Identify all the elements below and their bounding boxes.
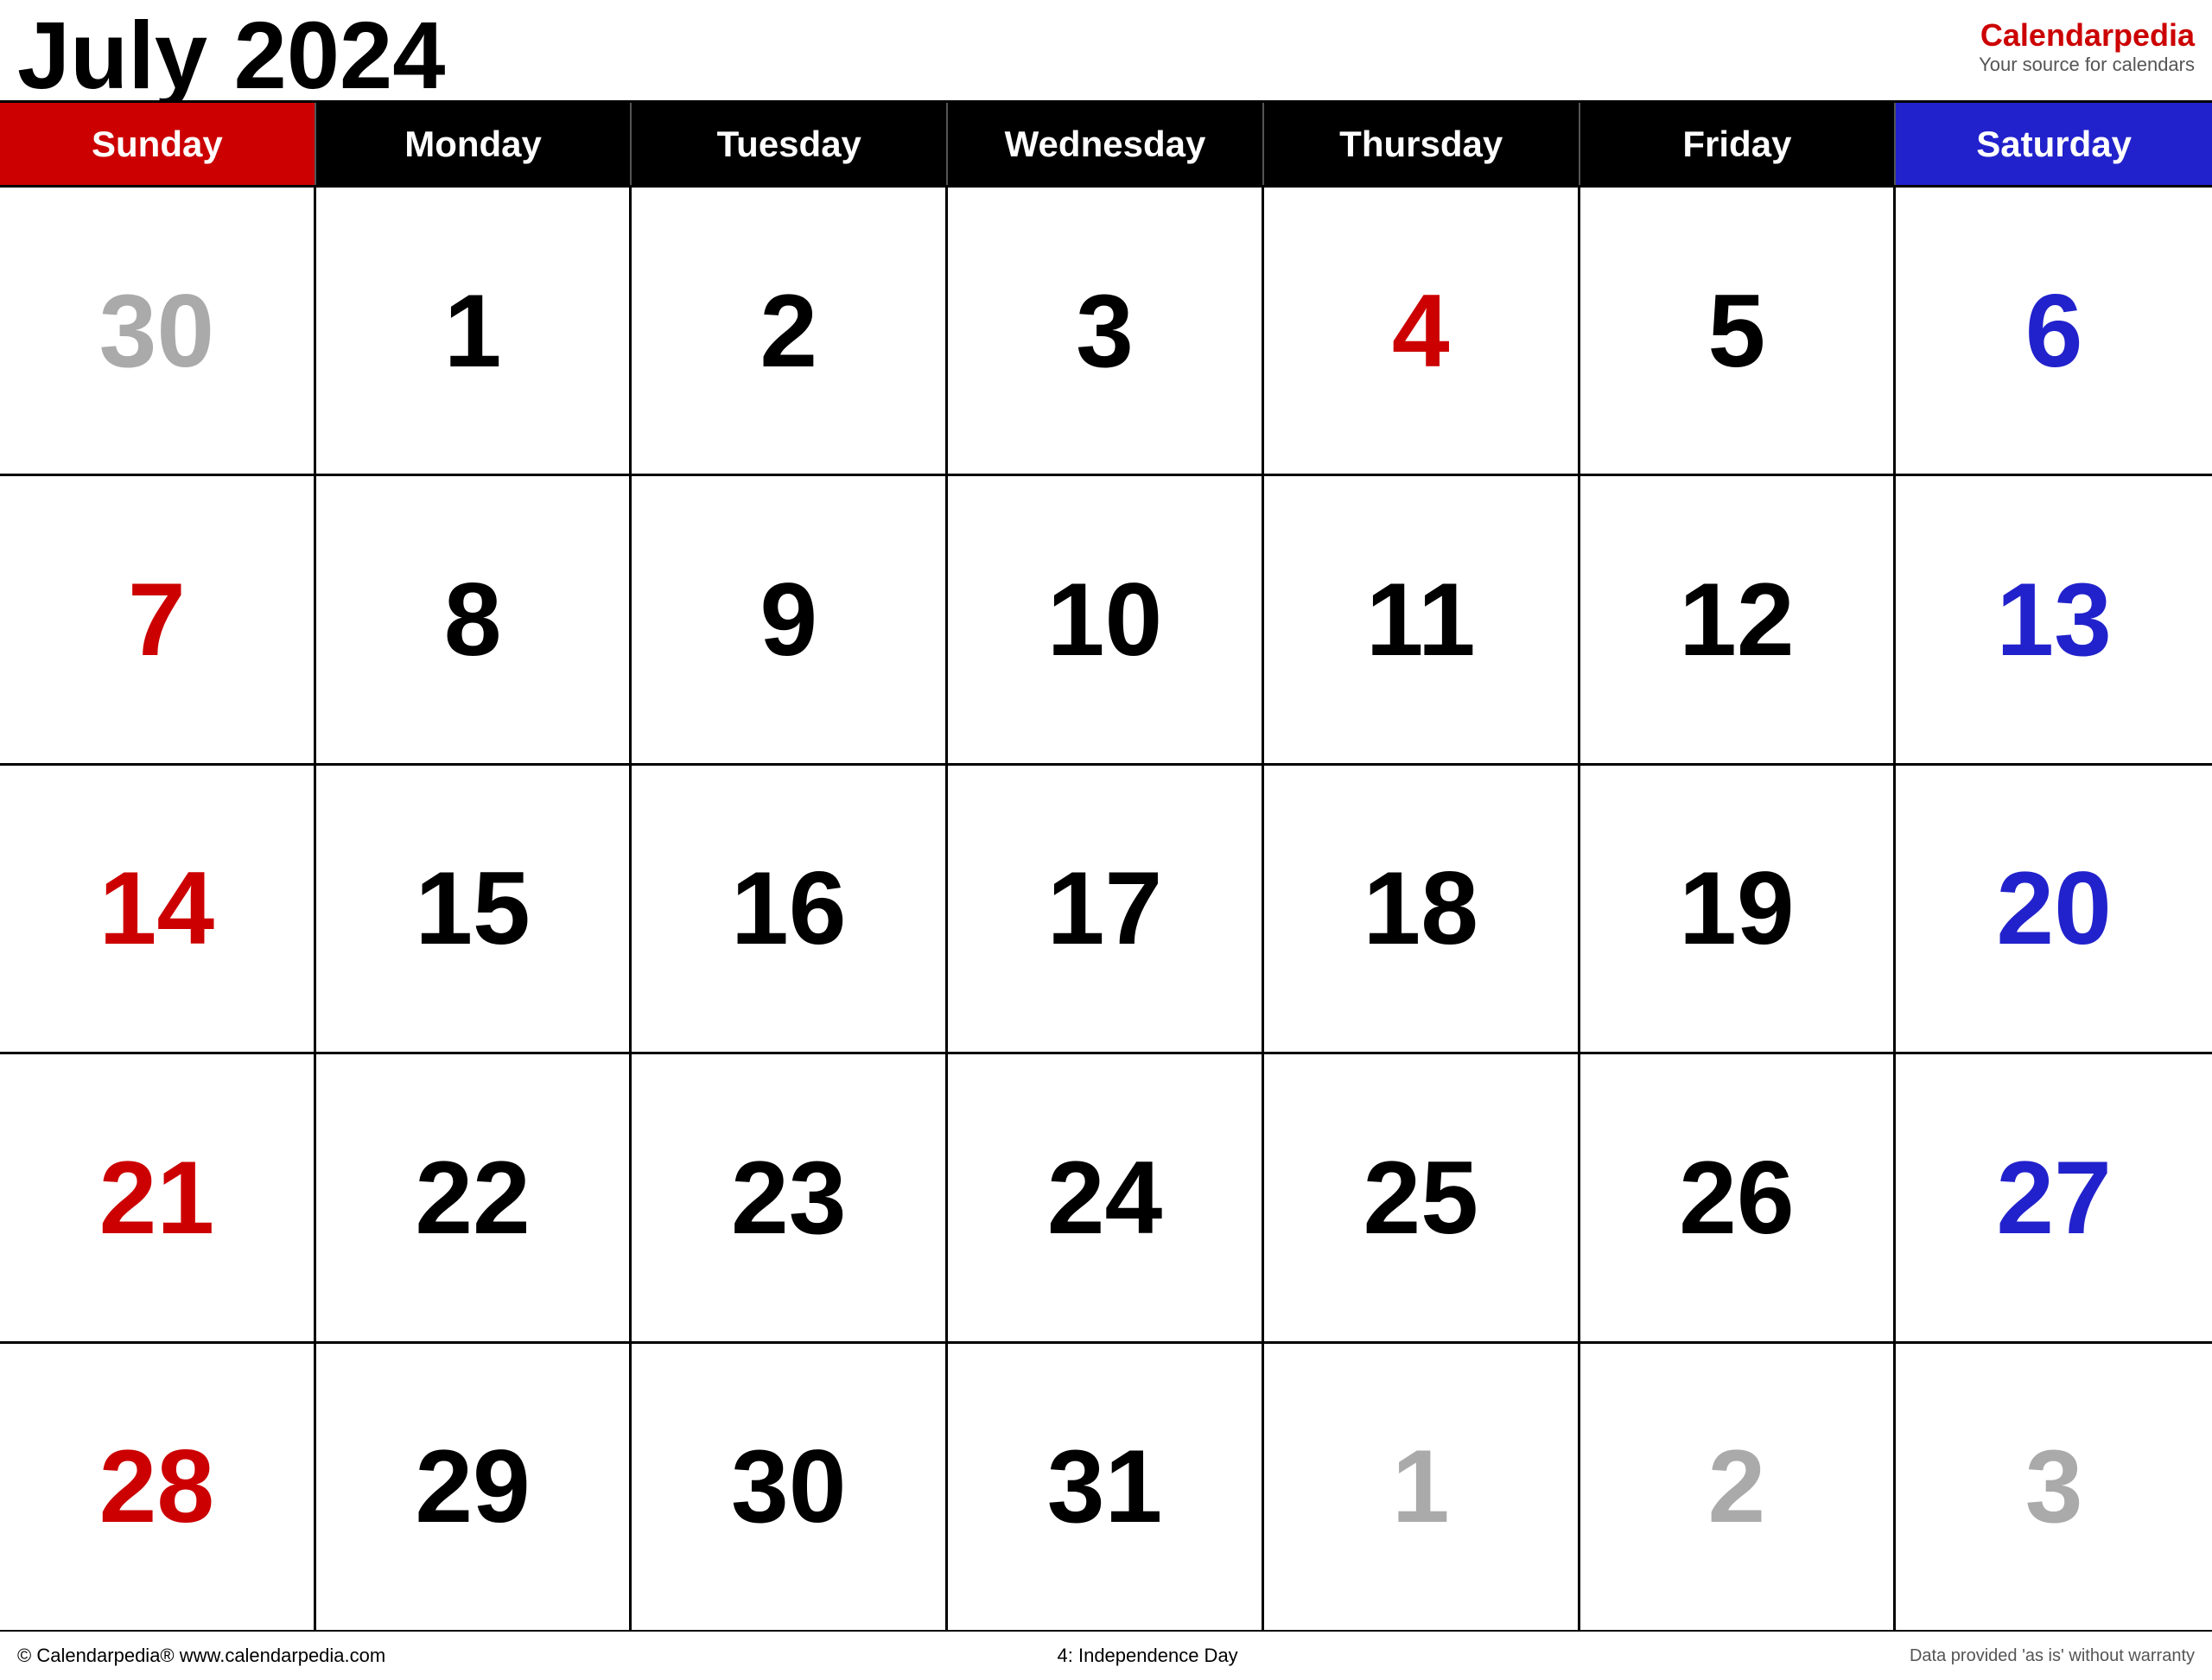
calendar-cell-5-4[interactable]: 31	[948, 1344, 1264, 1630]
calendar-cell-2-1[interactable]: 7	[0, 476, 316, 762]
calendar-week-1: 30123456	[0, 185, 2212, 474]
calendar-header: July 2024 Calendarpedia Your source for …	[0, 0, 2212, 100]
month-year-title: July 2024	[17, 9, 445, 104]
calendar-cell-4-2[interactable]: 22	[316, 1054, 632, 1340]
calendar-app: July 2024 Calendarpedia Your source for …	[0, 0, 2212, 1680]
calendar-week-2: 78910111213	[0, 474, 2212, 762]
calendar-week-3: 14151617181920	[0, 763, 2212, 1052]
calendar-cell-2-3[interactable]: 9	[632, 476, 948, 762]
calendar-cell-5-7[interactable]: 3	[1896, 1344, 2212, 1630]
brand-name: Calendarpedia	[1980, 17, 2195, 54]
calendar-grid: 3012345678910111213141516171819202122232…	[0, 185, 2212, 1630]
calendar-cell-5-3[interactable]: 30	[632, 1344, 948, 1630]
calendar-cell-4-3[interactable]: 23	[632, 1054, 948, 1340]
calendar-cell-4-7[interactable]: 27	[1896, 1054, 2212, 1340]
day-header-friday: Friday	[1580, 103, 1897, 185]
calendar-cell-1-3[interactable]: 2	[632, 188, 948, 474]
calendar-cell-4-5[interactable]: 25	[1264, 1054, 1580, 1340]
day-header-monday: Monday	[316, 103, 632, 185]
calendar-cell-1-1[interactable]: 30	[0, 188, 316, 474]
calendar-cell-2-7[interactable]: 13	[1896, 476, 2212, 762]
calendar-cell-5-1[interactable]: 28	[0, 1344, 316, 1630]
footer-disclaimer: Data provided 'as is' without warranty	[1910, 1646, 2195, 1666]
calendar-cell-3-3[interactable]: 16	[632, 766, 948, 1052]
calendar-cell-3-4[interactable]: 17	[948, 766, 1264, 1052]
calendar-cell-4-1[interactable]: 21	[0, 1054, 316, 1340]
day-header-tuesday: Tuesday	[632, 103, 948, 185]
calendar-week-4: 21222324252627	[0, 1052, 2212, 1340]
brand-tagline: Your source for calendars	[1979, 54, 2195, 76]
calendar-cell-1-2[interactable]: 1	[316, 188, 632, 474]
footer-copyright: © Calendarpedia® www.calendarpedia.com	[17, 1645, 385, 1667]
calendar-cell-2-2[interactable]: 8	[316, 476, 632, 762]
calendar-cell-4-4[interactable]: 24	[948, 1054, 1264, 1340]
calendar-cell-2-6[interactable]: 12	[1580, 476, 1897, 762]
calendar-cell-2-5[interactable]: 11	[1264, 476, 1580, 762]
day-header-thursday: Thursday	[1264, 103, 1580, 185]
brand-name-accent: pedia	[2113, 17, 2195, 53]
day-header-sunday: Sunday	[0, 103, 316, 185]
calendar-footer: © Calendarpedia® www.calendarpedia.com 4…	[0, 1630, 2212, 1680]
calendar-cell-2-4[interactable]: 10	[948, 476, 1264, 762]
calendar-container: SundayMondayTuesdayWednesdayThursdayFrid…	[0, 100, 2212, 1630]
calendar-cell-1-7[interactable]: 6	[1896, 188, 2212, 474]
day-header-wednesday: Wednesday	[948, 103, 1264, 185]
calendar-cell-3-5[interactable]: 18	[1264, 766, 1580, 1052]
calendar-cell-4-6[interactable]: 26	[1580, 1054, 1897, 1340]
calendar-cell-3-7[interactable]: 20	[1896, 766, 2212, 1052]
footer-holiday: 4: Independence Day	[1058, 1645, 1238, 1667]
calendar-cell-3-1[interactable]: 14	[0, 766, 316, 1052]
calendar-cell-1-6[interactable]: 5	[1580, 188, 1897, 474]
brand-name-regular: Calendar	[1980, 17, 2113, 53]
calendar-cell-5-5[interactable]: 1	[1264, 1344, 1580, 1630]
calendar-cell-5-6[interactable]: 2	[1580, 1344, 1897, 1630]
calendar-cell-1-4[interactable]: 3	[948, 188, 1264, 474]
calendar-cell-3-6[interactable]: 19	[1580, 766, 1897, 1052]
brand-logo: Calendarpedia Your source for calendars	[1979, 9, 2195, 76]
calendar-week-5: 28293031123	[0, 1341, 2212, 1630]
calendar-cell-3-2[interactable]: 15	[316, 766, 632, 1052]
day-header-saturday: Saturday	[1896, 103, 2212, 185]
day-headers-row: SundayMondayTuesdayWednesdayThursdayFrid…	[0, 103, 2212, 185]
calendar-cell-5-2[interactable]: 29	[316, 1344, 632, 1630]
calendar-cell-1-5[interactable]: 4	[1264, 188, 1580, 474]
